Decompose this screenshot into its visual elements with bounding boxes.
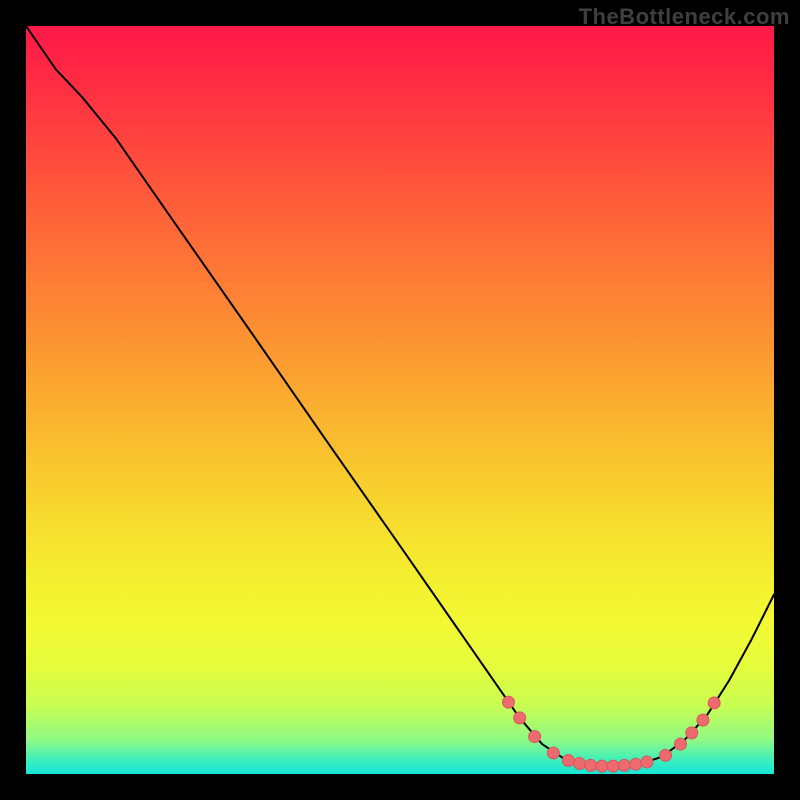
curve-marker: [596, 760, 608, 772]
plot-svg: [26, 26, 774, 774]
chart-frame: TheBottleneck.com: [0, 0, 800, 800]
curve-marker: [630, 758, 642, 770]
curve-marker: [529, 731, 541, 743]
curve-marker: [607, 760, 619, 772]
curve-marker: [686, 727, 698, 739]
curve-marker: [562, 755, 574, 767]
gradient-rect: [26, 26, 774, 774]
curve-marker: [547, 747, 559, 759]
curve-marker: [660, 749, 672, 761]
curve-marker: [502, 696, 514, 708]
plot-area: [26, 26, 774, 774]
watermark-text: TheBottleneck.com: [579, 4, 790, 30]
curve-marker: [514, 712, 526, 724]
curve-marker: [585, 759, 597, 771]
curve-marker: [708, 697, 720, 709]
curve-marker: [618, 759, 630, 771]
curve-marker: [641, 756, 653, 768]
curve-marker: [574, 758, 586, 770]
curve-marker: [675, 738, 687, 750]
curve-marker: [697, 714, 709, 726]
